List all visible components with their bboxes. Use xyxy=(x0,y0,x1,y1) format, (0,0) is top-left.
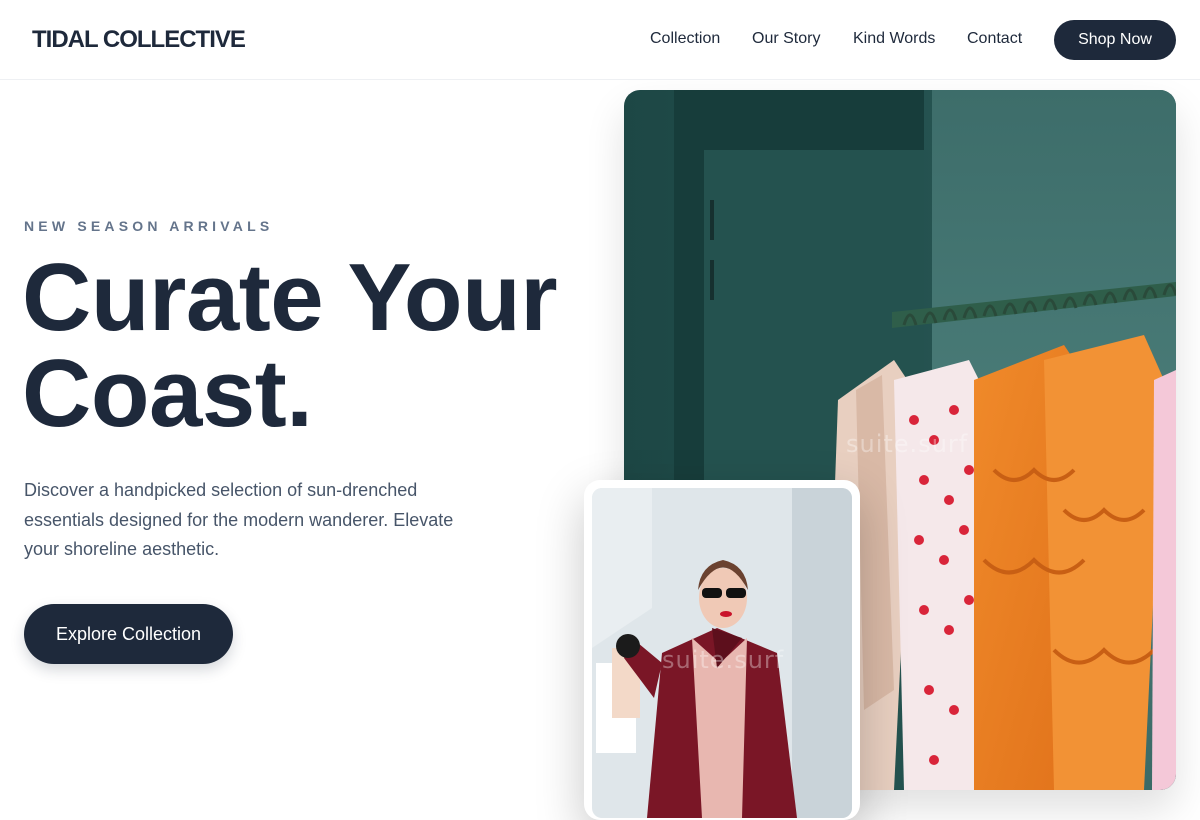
nav-link-kind-words[interactable]: Kind Words xyxy=(853,30,935,48)
secondary-image xyxy=(592,488,852,818)
hero-eyebrow: NEW SEASON ARRIVALS xyxy=(24,218,274,234)
shopper-illustration xyxy=(592,488,852,818)
main-nav: Collection Our Story Kind Words Contact xyxy=(0,0,1200,80)
nav-link-our-story[interactable]: Our Story xyxy=(752,30,820,48)
nav-link-contact[interactable]: Contact xyxy=(967,30,1022,48)
secondary-image-card xyxy=(584,480,860,820)
hero-description: Discover a handpicked selection of sun-d… xyxy=(24,480,454,559)
hero-headline-line1: Curate Your xyxy=(22,244,558,351)
nav-link-collection[interactable]: Collection xyxy=(650,30,720,48)
shop-now-button[interactable]: Shop Now xyxy=(1054,20,1176,60)
hero-headline: Curate Your Coast. xyxy=(22,250,622,442)
explore-collection-button[interactable]: Explore Collection xyxy=(24,604,233,664)
hero-headline-line2: Coast. xyxy=(22,340,313,447)
site-header: TIDAL COLLECTIVE Collection Our Story Ki… xyxy=(0,0,1200,80)
